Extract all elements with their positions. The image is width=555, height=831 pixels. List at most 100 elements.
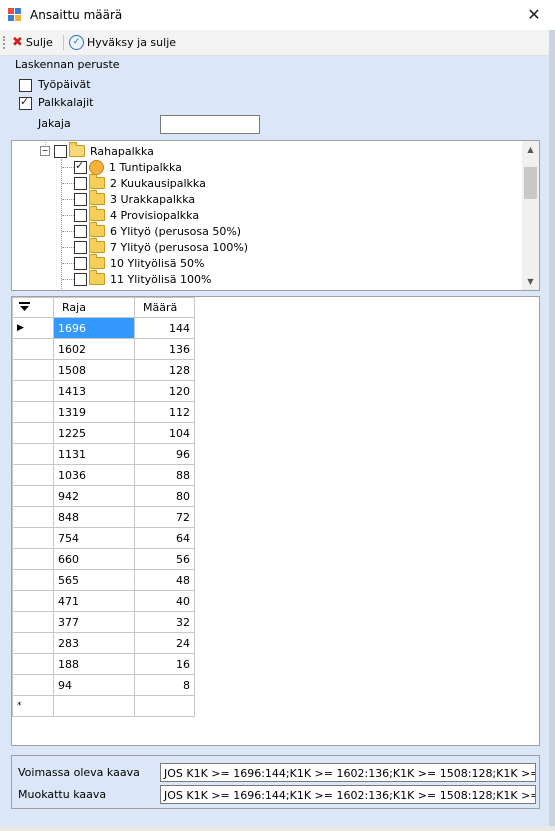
scroll-up-icon[interactable]: ▲ bbox=[522, 141, 539, 158]
tree-item-checkbox[interactable] bbox=[74, 159, 87, 174]
tree-item-checkbox[interactable] bbox=[74, 240, 87, 254]
current-row-indicator[interactable]: ▶ bbox=[12, 317, 54, 339]
table-row[interactable]: 283 24 bbox=[12, 632, 195, 654]
modified-formula-field[interactable]: JOS K1K >= 1696:144;K1K >= 1602:136;K1K … bbox=[160, 785, 536, 804]
column-header-maara[interactable]: Määrä bbox=[134, 297, 195, 318]
maara-cell[interactable]: 120 bbox=[134, 380, 195, 402]
raja-cell[interactable]: 660 bbox=[53, 548, 135, 570]
raja-cell[interactable]: 1602 bbox=[53, 338, 135, 360]
table-row[interactable]: 565 48 bbox=[12, 569, 195, 591]
raja-cell[interactable]: 1036 bbox=[53, 464, 135, 486]
row-header[interactable] bbox=[12, 506, 54, 528]
tree-node-rahapalkka[interactable]: − Rahapalkka bbox=[40, 142, 154, 159]
tree-item-ylityo-100[interactable]: 7 Ylityö (perusosa 100%) bbox=[74, 238, 248, 255]
divider-input[interactable] bbox=[160, 115, 260, 134]
tree-item-checkbox[interactable] bbox=[74, 176, 87, 190]
raja-cell[interactable]: 1319 bbox=[53, 401, 135, 423]
table-row[interactable]: 942 80 bbox=[12, 485, 195, 507]
maara-cell[interactable]: 72 bbox=[134, 506, 195, 528]
maara-cell[interactable]: 96 bbox=[134, 443, 195, 465]
raja-cell[interactable]: 94 bbox=[53, 674, 135, 696]
tree-item-tuntipalkka[interactable]: 1 Tuntipalkka bbox=[74, 159, 182, 175]
row-header[interactable] bbox=[12, 632, 54, 654]
maara-cell[interactable]: 80 bbox=[134, 485, 195, 507]
maara-cell[interactable]: 136 bbox=[134, 338, 195, 360]
collapse-icon[interactable]: − bbox=[40, 146, 50, 156]
raja-cell[interactable]: 471 bbox=[53, 590, 135, 612]
grid-select-all-icon[interactable] bbox=[12, 297, 54, 318]
maara-cell[interactable]: 8 bbox=[134, 674, 195, 696]
tree-item-checkbox[interactable] bbox=[74, 192, 87, 206]
maara-cell[interactable] bbox=[134, 695, 195, 717]
raja-cell[interactable] bbox=[53, 695, 135, 717]
raja-cell[interactable]: 1508 bbox=[53, 359, 135, 381]
table-row[interactable]: 1602 136 bbox=[12, 338, 195, 360]
table-row[interactable]: 660 56 bbox=[12, 548, 195, 570]
raja-cell[interactable]: 1131 bbox=[53, 443, 135, 465]
row-header[interactable] bbox=[12, 569, 54, 591]
table-row[interactable]: 1036 88 bbox=[12, 464, 195, 486]
maara-cell[interactable]: 128 bbox=[134, 359, 195, 381]
tree-item-checkbox[interactable] bbox=[74, 272, 87, 286]
tree-item-ylityo-50[interactable]: 6 Ylityö (perusosa 50%) bbox=[74, 222, 241, 239]
raja-cell[interactable]: 1413 bbox=[53, 380, 135, 402]
row-header[interactable] bbox=[12, 527, 54, 549]
window-close-icon[interactable]: ✕ bbox=[520, 4, 548, 26]
row-header[interactable] bbox=[12, 359, 54, 381]
row-header[interactable] bbox=[12, 443, 54, 465]
tree-item-checkbox[interactable] bbox=[74, 208, 87, 222]
table-row[interactable]: 1225 104 bbox=[12, 422, 195, 444]
raja-cell[interactable]: 1696 bbox=[53, 317, 135, 339]
accept-and-close-button[interactable]: ✓ Hyväksy ja sulje bbox=[69, 34, 176, 51]
raja-cell[interactable]: 1225 bbox=[53, 422, 135, 444]
row-header[interactable] bbox=[12, 548, 54, 570]
raja-cell[interactable]: 377 bbox=[53, 611, 135, 633]
maara-cell[interactable]: 32 bbox=[134, 611, 195, 633]
raja-cell[interactable]: 565 bbox=[53, 569, 135, 591]
workdays-checkbox[interactable] bbox=[19, 79, 32, 92]
row-header[interactable] bbox=[12, 338, 54, 360]
table-row[interactable]: 94 8 bbox=[12, 674, 195, 696]
scrollbar-thumb[interactable] bbox=[524, 167, 537, 199]
close-button[interactable]: ✖ Sulje bbox=[12, 34, 53, 51]
row-header[interactable] bbox=[12, 422, 54, 444]
maara-cell[interactable]: 112 bbox=[134, 401, 195, 423]
table-row[interactable]: 471 40 bbox=[12, 590, 195, 612]
maara-cell[interactable]: 56 bbox=[134, 548, 195, 570]
scroll-down-icon[interactable]: ▼ bbox=[522, 273, 539, 290]
column-header-raja[interactable]: Raja bbox=[53, 297, 135, 318]
toolbar-grip[interactable] bbox=[3, 36, 7, 49]
paytypes-checkbox[interactable] bbox=[19, 95, 32, 110]
tree-item-kuukausipalkka[interactable]: 2 Kuukausipalkka bbox=[74, 174, 206, 191]
tree-item-provisiopalkka[interactable]: 4 Provisiopalkka bbox=[74, 206, 199, 223]
current-formula-field[interactable]: JOS K1K >= 1696:144;K1K >= 1602:136;K1K … bbox=[160, 763, 536, 782]
row-header[interactable] bbox=[12, 653, 54, 675]
raja-cell[interactable]: 283 bbox=[53, 632, 135, 654]
table-row[interactable]: 188 16 bbox=[12, 653, 195, 675]
raja-cell[interactable]: 848 bbox=[53, 506, 135, 528]
maara-cell[interactable]: 40 bbox=[134, 590, 195, 612]
row-header[interactable] bbox=[12, 590, 54, 612]
table-row[interactable]: 1413 120 bbox=[12, 380, 195, 402]
tree-item-checkbox[interactable] bbox=[74, 224, 87, 238]
maara-cell[interactable]: 48 bbox=[134, 569, 195, 591]
maara-cell[interactable]: 64 bbox=[134, 527, 195, 549]
maara-cell[interactable]: 16 bbox=[134, 653, 195, 675]
raja-cell[interactable]: 188 bbox=[53, 653, 135, 675]
table-row[interactable]: 754 64 bbox=[12, 527, 195, 549]
raja-cell[interactable]: 754 bbox=[53, 527, 135, 549]
new-row[interactable]: * bbox=[12, 695, 195, 717]
tree-item-ylityolisa-50[interactable]: 10 Ylityölisä 50% bbox=[74, 254, 204, 271]
table-row[interactable]: 1508 128 bbox=[12, 359, 195, 381]
row-header[interactable] bbox=[12, 401, 54, 423]
maara-cell[interactable]: 88 bbox=[134, 464, 195, 486]
row-header[interactable] bbox=[12, 674, 54, 696]
table-row[interactable]: 1131 96 bbox=[12, 443, 195, 465]
tree-node-checkbox[interactable] bbox=[54, 144, 67, 158]
maara-cell[interactable]: 104 bbox=[134, 422, 195, 444]
maara-cell[interactable]: 24 bbox=[134, 632, 195, 654]
row-header[interactable] bbox=[12, 611, 54, 633]
row-header[interactable] bbox=[12, 485, 54, 507]
row-header[interactable] bbox=[12, 380, 54, 402]
row-header[interactable] bbox=[12, 464, 54, 486]
